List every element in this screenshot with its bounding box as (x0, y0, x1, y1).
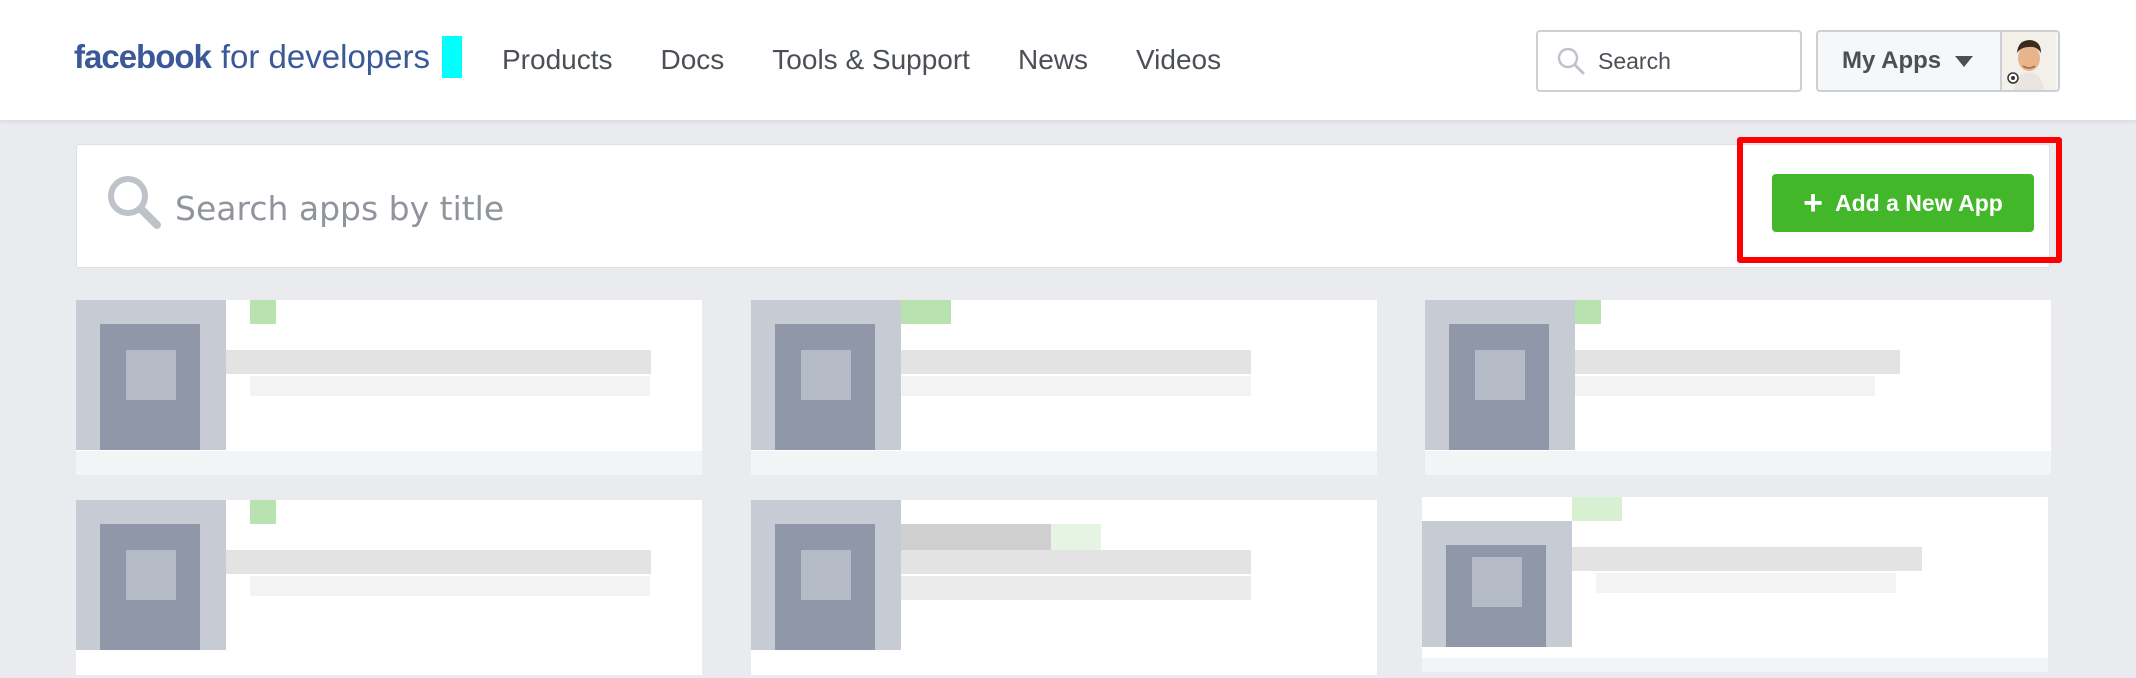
card-footer (751, 451, 1377, 475)
app-title-blurred (901, 350, 1251, 374)
my-apps-label: My Apps (1842, 47, 1942, 74)
nav-item-products[interactable]: Products (502, 40, 613, 80)
app-subtitle-blurred (250, 376, 650, 396)
status-mark (250, 300, 276, 324)
app-card[interactable] (751, 300, 1377, 475)
apps-search-input[interactable] (173, 177, 1077, 239)
app-thumbnail (751, 300, 901, 450)
app-card[interactable] (1425, 300, 2051, 475)
app-title-blurred (901, 524, 1051, 550)
plus-icon: + (1803, 184, 1824, 222)
avatar-image (2002, 32, 2056, 90)
logo-for-developers-text: for developers (220, 38, 430, 75)
app-title-blurred (226, 350, 651, 374)
app-title-blurred (1575, 350, 1900, 374)
top-navigation-bar: facebook for developers Products Docs To… (0, 0, 2136, 121)
search-icon (1557, 47, 1585, 75)
search-icon (108, 176, 161, 229)
nav-item-videos[interactable]: Videos (1136, 40, 1221, 80)
app-card[interactable] (76, 300, 702, 475)
card-footer (1422, 658, 2048, 672)
app-title-blurred (226, 550, 651, 574)
logo-accent-block (442, 36, 462, 78)
app-card[interactable] (1422, 497, 2048, 672)
app-description-blurred (901, 576, 1251, 600)
status-mark (901, 300, 951, 324)
chevron-down-icon (1955, 55, 1974, 67)
app-card[interactable] (76, 500, 702, 675)
facebook-for-developers-logo[interactable]: facebook for developers (74, 34, 462, 80)
app-card[interactable] (751, 500, 1377, 675)
card-footer (76, 451, 702, 475)
status-mark (250, 500, 276, 524)
nav-item-tools-support[interactable]: Tools & Support (772, 40, 970, 80)
app-subtitle-blurred (250, 576, 650, 596)
status-mark (1051, 524, 1101, 550)
status-mark (1575, 300, 1601, 324)
app-thumbnail (751, 500, 901, 650)
status-mark (1572, 497, 1622, 521)
add-new-app-label: Add a New App (1835, 189, 2003, 216)
card-footer (1425, 451, 2051, 475)
nav-item-news[interactable]: News (1018, 40, 1088, 80)
header-search-input[interactable] (1596, 46, 1790, 76)
avatar[interactable] (2000, 32, 2056, 90)
my-apps-dropdown[interactable]: My Apps (1816, 30, 2060, 92)
app-subtitle-blurred (901, 376, 1251, 396)
app-thumbnail (1425, 300, 1575, 450)
add-new-app-button[interactable]: + Add a New App (1772, 174, 2034, 232)
main-nav: Products Docs Tools & Support News Video… (502, 40, 1269, 80)
app-subtitle-blurred (1596, 573, 1896, 593)
header-search-box[interactable] (1536, 30, 1802, 92)
app-title-blurred (1572, 547, 1922, 571)
app-thumbnail (1422, 521, 1572, 671)
app-subtitle-blurred (901, 550, 1251, 574)
app-thumbnail (76, 300, 226, 450)
nav-item-docs[interactable]: Docs (661, 40, 725, 80)
app-subtitle-blurred (1575, 376, 1875, 396)
logo-facebook-text: facebook (74, 38, 212, 75)
app-thumbnail (76, 500, 226, 650)
